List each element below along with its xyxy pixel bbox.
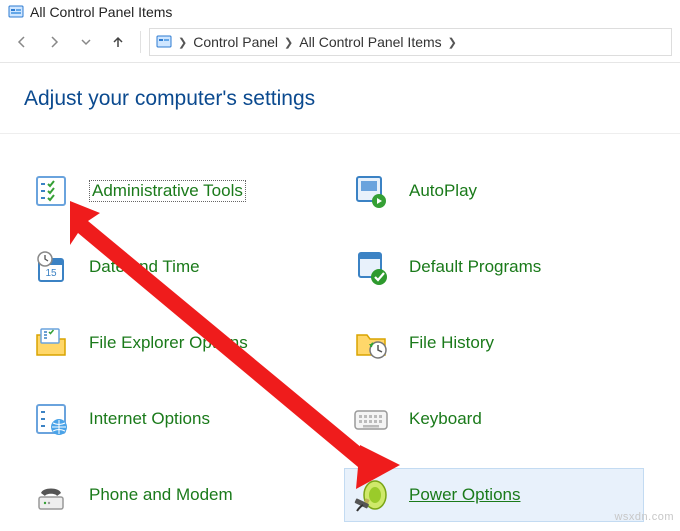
item-label: File Explorer Options [89,333,248,353]
item-default-programs[interactable]: Default Programs [344,240,644,294]
address-bar[interactable]: ❯ Control Panel ❯ All Control Panel Item… [149,28,672,56]
window-title: All Control Panel Items [30,4,172,20]
item-label: Administrative Tools [89,180,246,202]
up-button[interactable] [104,28,132,56]
item-administrative-tools[interactable]: Administrative Tools [24,164,324,218]
page-heading: Adjust your computer's settings [24,87,656,111]
window-titlebar: All Control Panel Items [0,0,680,26]
content-area: Adjust your computer's settings Administ… [0,63,680,531]
breadcrumb-current[interactable]: All Control Panel Items [299,34,441,50]
default-programs-icon [351,247,391,287]
date-time-icon: 15 [31,247,71,287]
autoplay-icon [351,171,391,211]
item-label: Internet Options [89,409,210,429]
item-label: Phone and Modem [89,485,233,505]
keyboard-icon [351,399,391,439]
item-keyboard[interactable]: Keyboard [344,392,644,446]
breadcrumb-root[interactable]: Control Panel [193,34,278,50]
item-label: Keyboard [409,409,482,429]
item-internet-options[interactable]: Internet Options [24,392,324,446]
file-explorer-options-icon [31,323,71,363]
internet-options-icon [31,399,71,439]
item-date-and-time[interactable]: 15 Date and Time [24,240,324,294]
item-power-options[interactable]: Power Options [344,468,644,522]
svg-text:15: 15 [45,268,57,279]
nav-separator [140,31,141,53]
chevron-right-icon[interactable]: ❯ [446,36,459,49]
item-phone-and-modem[interactable]: Phone and Modem [24,468,324,522]
power-options-icon [351,475,391,515]
items-grid: Administrative Tools AutoPlay 15 Date an… [24,164,656,522]
item-label: AutoPlay [409,181,477,201]
item-label: Date and Time [89,257,200,277]
item-file-explorer-options[interactable]: File Explorer Options [24,316,324,370]
file-history-icon [351,323,391,363]
item-file-history[interactable]: File History [344,316,644,370]
back-button[interactable] [8,28,36,56]
divider [0,133,680,134]
nav-row: ❯ Control Panel ❯ All Control Panel Item… [0,26,680,63]
admin-tools-icon [31,171,71,211]
item-label: Default Programs [409,257,541,277]
recent-button[interactable] [72,28,100,56]
watermark: wsxdn.com [614,511,674,523]
forward-button[interactable] [40,28,68,56]
control-panel-icon [156,34,172,50]
chevron-right-icon[interactable]: ❯ [176,36,189,49]
item-label: Power Options [409,485,521,505]
phone-modem-icon [31,475,71,515]
item-autoplay[interactable]: AutoPlay [344,164,644,218]
control-panel-icon [8,4,24,20]
chevron-right-icon[interactable]: ❯ [282,36,295,49]
item-label: File History [409,333,494,353]
